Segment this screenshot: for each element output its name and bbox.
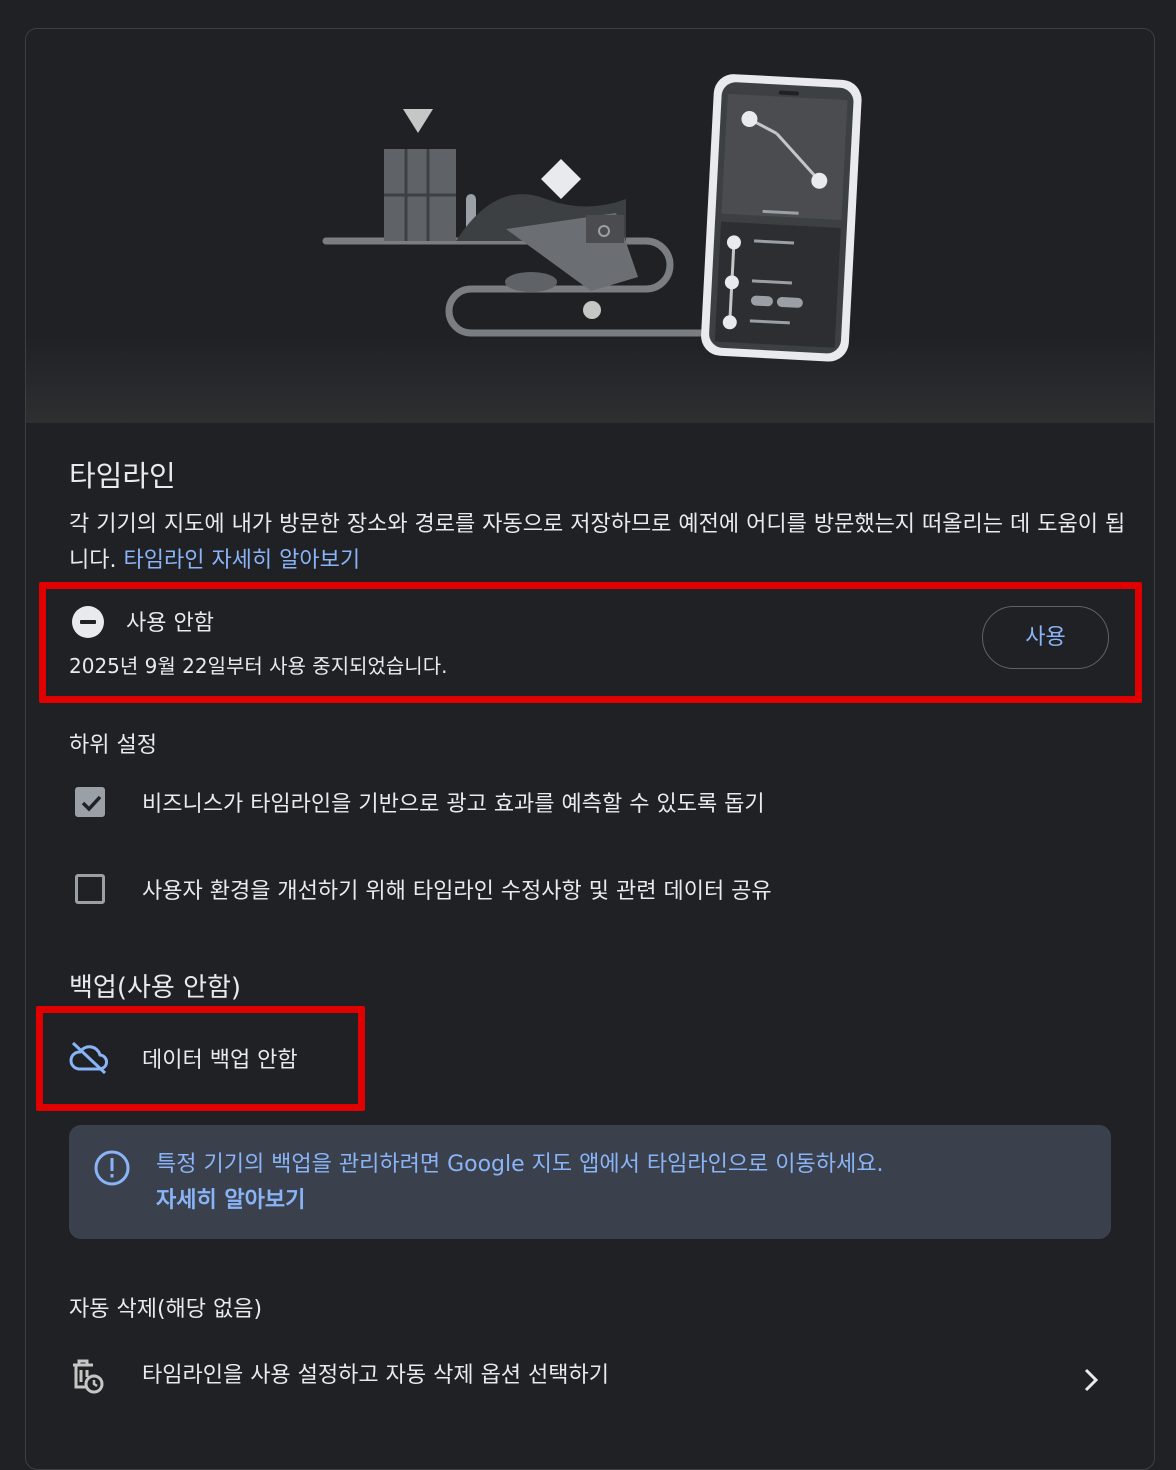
auto-delete-action-text: 타임라인을 사용 설정하고 자동 삭제 옵션 선택하기 <box>142 1363 610 1388</box>
page-title: 타임라인 <box>69 459 176 493</box>
auto-delete-title: 자동 삭제(해당 없음) <box>69 1297 263 1322</box>
info-learn-more-link[interactable]: 자세히 알아보기 <box>156 1183 305 1219</box>
timeline-card: 타임라인 각 기기의 지도에 내가 방문한 장소와 경로를 자동으로 저장하므로… <box>25 28 1155 1470</box>
share-data-checkbox[interactable] <box>75 874 105 904</box>
sub-setting-ads-row[interactable]: 비즈니스가 타임라인을 기반으로 광고 효과를 예측할 수 있도록 돕기 <box>69 783 1069 823</box>
backup-title: 백업(사용 안함) <box>69 973 242 1003</box>
status-highlight-box <box>39 582 1142 703</box>
info-text: 특정 기기의 백업을 관리하려면 Google 지도 앱에서 타임라인으로 이동… <box>156 1152 884 1177</box>
learn-more-link[interactable]: 타임라인 자세히 알아보기 <box>123 548 360 573</box>
timeline-illustration <box>26 29 1154 423</box>
info-banner: 특정 기기의 백업을 관리하려면 Google 지도 앱에서 타임라인으로 이동… <box>69 1125 1111 1239</box>
ads-checkbox[interactable] <box>75 787 105 817</box>
share-data-checkbox-label: 사용자 환경을 개선하기 위해 타임라인 수정사항 및 관련 데이터 공유 <box>142 879 772 904</box>
backup-highlight-box <box>36 1006 365 1111</box>
info-icon <box>94 1150 130 1186</box>
check-icon <box>81 795 102 812</box>
chevron-right-icon <box>1084 1368 1099 1392</box>
auto-delete-row[interactable]: 타임라인을 사용 설정하고 자동 삭제 옵션 선택하기 <box>69 1353 1113 1403</box>
timeline-illustration-graphic <box>322 74 862 362</box>
sub-settings-title: 하위 설정 <box>69 733 157 758</box>
timeline-description: 각 기기의 지도에 내가 방문한 장소와 경로를 자동으로 저장하므로 예전에 … <box>69 507 1129 579</box>
ads-checkbox-label: 비즈니스가 타임라인을 기반으로 광고 효과를 예측할 수 있도록 돕기 <box>142 792 765 817</box>
auto-delete-icon <box>73 1359 104 1394</box>
sub-setting-share-row[interactable]: 사용자 환경을 개선하기 위해 타임라인 수정사항 및 관련 데이터 공유 <box>69 870 1069 910</box>
